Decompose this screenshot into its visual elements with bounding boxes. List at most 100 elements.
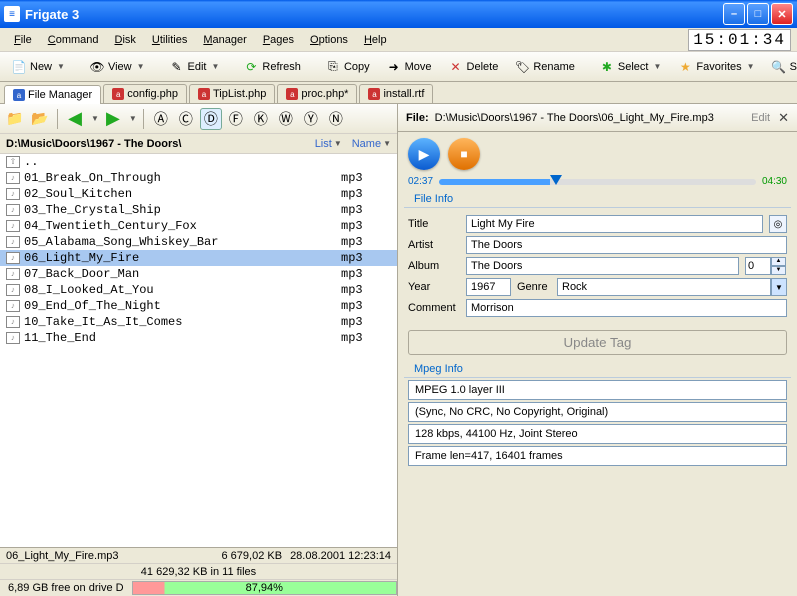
edit-icon: ✎ bbox=[169, 59, 185, 75]
file-icon: ♪ bbox=[6, 268, 20, 280]
edit-button[interactable]: ✎Edit▼ bbox=[162, 56, 227, 78]
maximize-button[interactable]: □ bbox=[747, 3, 769, 25]
drive-y-icon[interactable]: Ⓨ bbox=[300, 108, 322, 130]
updir-icon: ⇧ bbox=[6, 156, 20, 168]
file-row[interactable]: ♪07_Back_Door_Manmp3 bbox=[0, 266, 397, 282]
update-tag-button[interactable]: Update Tag bbox=[408, 330, 787, 355]
drive-d-icon[interactable]: Ⓓ bbox=[200, 108, 222, 130]
updir-row[interactable]: ⇧.. bbox=[0, 154, 397, 170]
file-row[interactable]: ♪08_I_Looked_At_Yoump3 bbox=[0, 282, 397, 298]
mpeginfo-section: Mpeg Info bbox=[404, 361, 791, 378]
copy-icon: ⎘ bbox=[325, 59, 341, 75]
drive-a-icon[interactable]: Ⓐ bbox=[150, 108, 172, 130]
menu-pages[interactable]: Pages bbox=[255, 31, 302, 49]
panel-close-icon[interactable]: ✕ bbox=[778, 110, 789, 126]
refresh-button[interactable]: ⟳Refresh bbox=[236, 56, 308, 78]
tab-install-rtf[interactable]: ainstall.rtf bbox=[359, 84, 433, 103]
title-field[interactable] bbox=[466, 215, 763, 233]
view-button[interactable]: 👁View▼ bbox=[82, 56, 152, 78]
document-tabs: aFile Manageraconfig.phpaTipList.phpapro… bbox=[0, 82, 797, 104]
drive-k-icon[interactable]: Ⓚ bbox=[250, 108, 272, 130]
tab-proc-php-[interactable]: aproc.php* bbox=[277, 84, 357, 103]
delete-button[interactable]: ✕Delete bbox=[441, 56, 506, 78]
year-field[interactable] bbox=[466, 278, 511, 296]
favorites-button[interactable]: ★Favorites▼ bbox=[670, 56, 761, 78]
file-row[interactable]: ♪01_Break_On_Throughmp3 bbox=[0, 170, 397, 186]
file-icon: a bbox=[368, 88, 380, 100]
file-icon: a bbox=[198, 88, 210, 100]
play-button[interactable]: ▶ bbox=[408, 138, 440, 170]
chevron-down-icon: ▼ bbox=[137, 62, 145, 71]
new-icon: 📄 bbox=[11, 59, 27, 75]
status-bar: 06_Light_My_Fire.mp3 6 679,02 KB 28.08.2… bbox=[0, 547, 397, 596]
progress-slider[interactable] bbox=[439, 179, 756, 185]
menu-help[interactable]: Help bbox=[356, 31, 395, 49]
nav-toolbar: 📁 📂 ◀▼ ▶▼ Ⓐ Ⓒ Ⓓ Ⓕ Ⓚ Ⓦ Ⓨ Ⓝ bbox=[0, 104, 397, 134]
list-mode-button[interactable]: List ▼ bbox=[315, 138, 342, 150]
chevron-down-icon[interactable]: ▼ bbox=[129, 114, 137, 123]
file-row[interactable]: ♪06_Light_My_Firemp3 bbox=[0, 250, 397, 266]
genre-field[interactable] bbox=[557, 278, 771, 296]
chevron-down-icon[interactable]: ▼ bbox=[771, 278, 787, 296]
menu-disk[interactable]: Disk bbox=[107, 31, 144, 49]
mpeg-info-line: 128 kbps, 44100 Hz, Joint Stereo bbox=[408, 424, 787, 444]
chevron-down-icon[interactable]: ▼ bbox=[91, 114, 99, 123]
tab-tiplist-php[interactable]: aTipList.php bbox=[189, 84, 275, 103]
file-list[interactable]: ⇧..♪01_Break_On_Throughmp3♪02_Soul_Kitch… bbox=[0, 154, 397, 547]
menu-utilities[interactable]: Utilities bbox=[144, 31, 195, 49]
spin-down-icon[interactable]: ▼ bbox=[771, 266, 786, 275]
stop-button[interactable]: ■ bbox=[448, 138, 480, 170]
window-title: Frigate 3 bbox=[25, 7, 723, 22]
file-icon: ♪ bbox=[6, 316, 20, 328]
tab-file-manager[interactable]: aFile Manager bbox=[4, 85, 101, 104]
status-size: 6 679,02 KB bbox=[190, 550, 290, 562]
file-row[interactable]: ♪03_The_Crystal_Shipmp3 bbox=[0, 202, 397, 218]
view-icon: 👁 bbox=[89, 59, 105, 75]
move-button[interactable]: ➜Move bbox=[379, 56, 439, 78]
back-icon[interactable]: ◀ bbox=[64, 108, 86, 130]
folder-icon[interactable]: 📂 bbox=[29, 108, 51, 130]
menu-options[interactable]: Options bbox=[302, 31, 356, 49]
progress-handle[interactable] bbox=[550, 175, 562, 185]
drive-f-icon[interactable]: Ⓕ bbox=[225, 108, 247, 130]
genre-combo[interactable]: ▼ bbox=[557, 278, 787, 296]
file-row[interactable]: ♪09_End_Of_The_Nightmp3 bbox=[0, 298, 397, 314]
file-row[interactable]: ♪04_Twentieth_Century_Foxmp3 bbox=[0, 218, 397, 234]
file-row[interactable]: ♪05_Alabama_Song_Whiskey_Barmp3 bbox=[0, 234, 397, 250]
new-button[interactable]: 📄New▼ bbox=[4, 56, 72, 78]
drive-net-icon[interactable]: Ⓝ bbox=[325, 108, 347, 130]
menu-file[interactable]: File bbox=[6, 31, 40, 49]
tab-config-php[interactable]: aconfig.php bbox=[103, 84, 187, 103]
status-date: 28.08.2001 12:23:14 bbox=[290, 550, 391, 562]
lookup-icon[interactable]: ◎ bbox=[769, 215, 787, 233]
track-spinner[interactable]: ▲▼ bbox=[745, 257, 787, 275]
menu-manager[interactable]: Manager bbox=[195, 31, 254, 49]
minimize-button[interactable]: – bbox=[723, 3, 745, 25]
forward-icon[interactable]: ▶ bbox=[102, 108, 124, 130]
clock: 15:01:34 bbox=[688, 29, 791, 51]
file-icon: ♪ bbox=[6, 332, 20, 344]
comment-field[interactable] bbox=[466, 299, 787, 317]
status-free: 6,89 GB free on drive D bbox=[0, 582, 132, 594]
drive-c-icon[interactable]: Ⓒ bbox=[175, 108, 197, 130]
file-row[interactable]: ♪11_The_Endmp3 bbox=[0, 330, 397, 346]
up-icon[interactable]: 📁 bbox=[4, 108, 26, 130]
sort-name-button[interactable]: Name ▼ bbox=[352, 138, 391, 150]
drive-w-icon[interactable]: Ⓦ bbox=[275, 108, 297, 130]
search-button[interactable]: 🔍Search bbox=[764, 56, 797, 78]
album-field[interactable] bbox=[466, 257, 739, 275]
select-button[interactable]: ✱Select▼ bbox=[592, 56, 669, 78]
close-button[interactable]: ✕ bbox=[771, 3, 793, 25]
edit-link[interactable]: Edit bbox=[751, 112, 770, 124]
spin-up-icon[interactable]: ▲ bbox=[771, 257, 786, 266]
artist-field[interactable] bbox=[466, 236, 787, 254]
copy-button[interactable]: ⎘Copy bbox=[318, 56, 377, 78]
status-filename: 06_Light_My_Fire.mp3 bbox=[6, 550, 190, 562]
track-field[interactable] bbox=[745, 257, 771, 275]
menu-command[interactable]: Command bbox=[40, 31, 107, 49]
file-row[interactable]: ♪02_Soul_Kitchenmp3 bbox=[0, 186, 397, 202]
file-path: D:\Music\Doors\1967 - The Doors\06_Light… bbox=[435, 112, 744, 124]
rename-button[interactable]: 🏷Rename bbox=[507, 56, 582, 78]
file-icon: ♪ bbox=[6, 252, 20, 264]
file-row[interactable]: ♪10_Take_It_As_It_Comesmp3 bbox=[0, 314, 397, 330]
